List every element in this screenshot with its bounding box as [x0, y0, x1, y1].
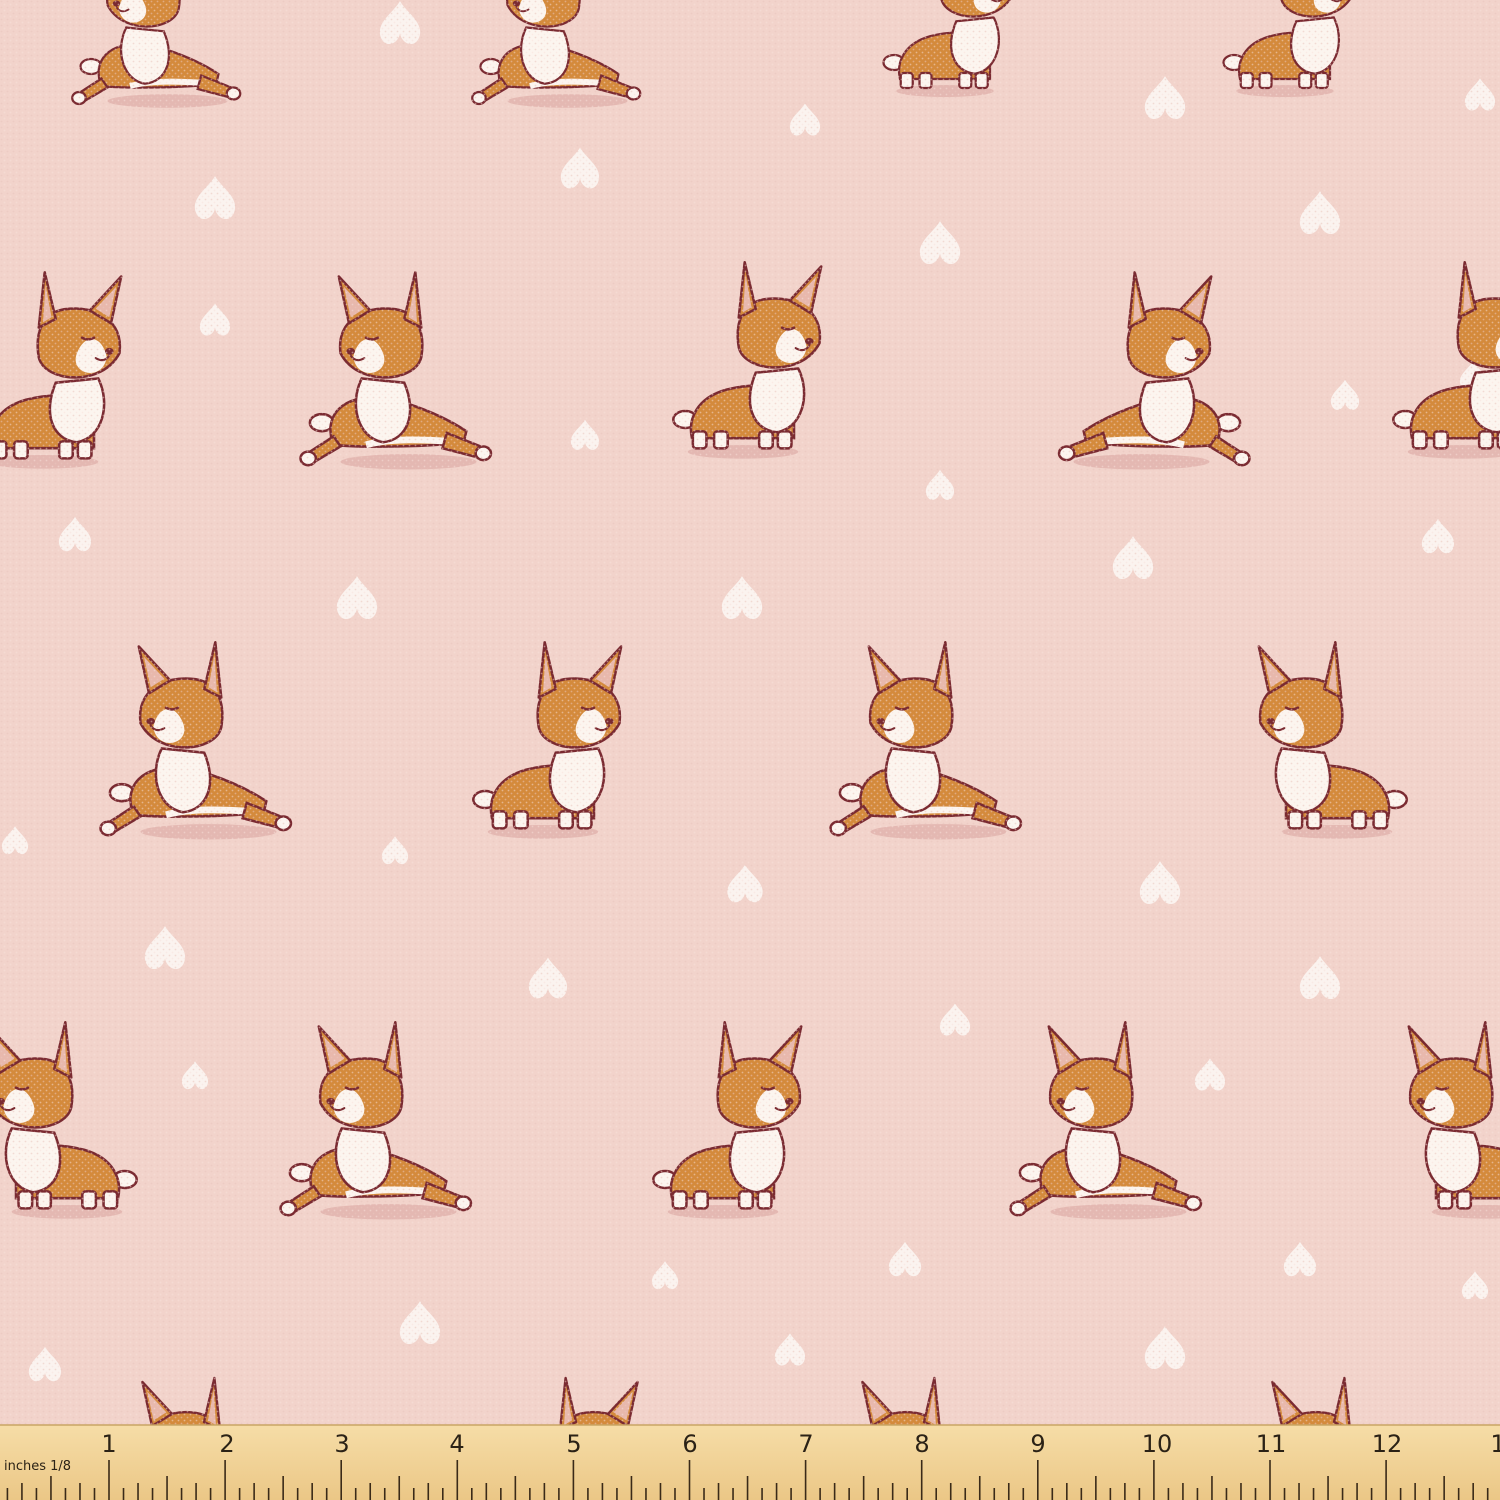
fabric-swatch: inches 1/8 1 2 3 4 5 6 7 8 9 10 11 12 1: [0, 0, 1500, 1500]
ruler-number-3: 3: [334, 1430, 349, 1458]
ruler-number-9: 9: [1030, 1430, 1045, 1458]
ruler-number-5: 5: [566, 1430, 581, 1458]
ruler-number-8: 8: [914, 1430, 929, 1458]
ruler-number-1: 1: [101, 1430, 116, 1458]
measuring-ruler: inches 1/8 1 2 3 4 5 6 7 8 9 10 11 12 1: [0, 1424, 1500, 1500]
weave-texture: [0, 0, 1500, 1500]
ruler-number-11: 11: [1256, 1430, 1287, 1458]
ruler-number-4: 4: [449, 1430, 464, 1458]
ruler-number-6: 6: [682, 1430, 697, 1458]
ruler-number-2: 2: [219, 1430, 234, 1458]
ruler-number-7: 7: [798, 1430, 813, 1458]
ruler-unit-label: inches 1/8: [4, 1459, 71, 1474]
ruler-number-10: 10: [1142, 1430, 1173, 1458]
ruler-number-13: 1: [1490, 1430, 1500, 1458]
ruler-number-12: 12: [1372, 1430, 1403, 1458]
